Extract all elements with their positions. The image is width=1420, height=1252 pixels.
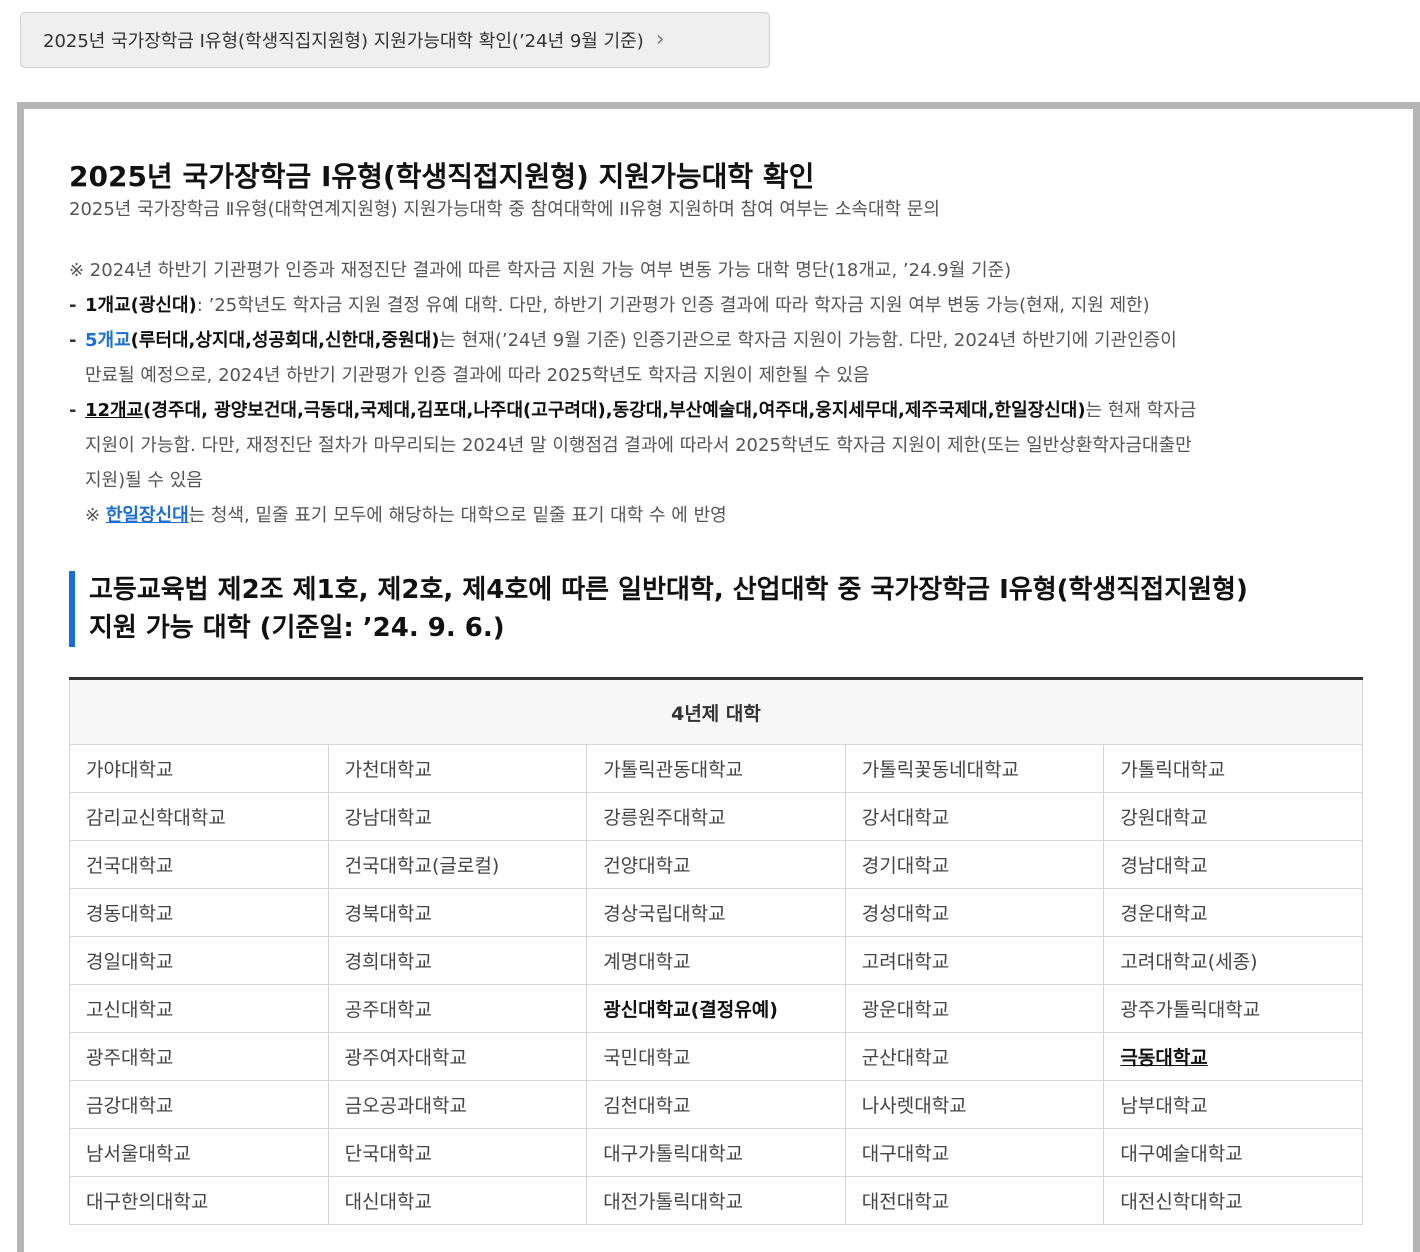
- note-item-2-names: (루터대,상지대,성공회대,신한대,중원대): [130, 330, 440, 351]
- table-row: 경일대학교 경희대학교 계명대학교 고려대학교 고려대학교(세종): [69, 936, 1363, 985]
- table-row: 금강대학교 금오공과대학교 김천대학교 나사렛대학교 남부대학교: [69, 1080, 1363, 1129]
- notes-intro: ※ 2024년 하반기 기관평가 인증과 재정진단 결과에 따른 학자금 지원 …: [69, 260, 1012, 281]
- table-row: 남서울대학교 단국대학교 대구가톨릭대학교 대구대학교 대구예술대학교: [69, 1128, 1363, 1177]
- note-item-3-count: 12개교: [85, 400, 144, 421]
- table-cell: 감리교신학대학교: [69, 792, 329, 841]
- table-cell: 경일대학교: [69, 936, 329, 985]
- table-cell: 김천대학교: [586, 1080, 846, 1129]
- scholarship-link-label: 2025년 국가장학금 Ⅰ유형(학생직집지원형) 지원가능대학 확인(’24년 …: [43, 31, 644, 52]
- note-item-3-continued-2: 지원)될 수 있음: [85, 470, 203, 491]
- table-cell: 나사렛대학교: [844, 1080, 1105, 1129]
- table-cell: 가톨릭꽃동네대학교: [844, 744, 1105, 793]
- table-cell: 국민대학교: [586, 1032, 846, 1081]
- table-cell: 경기대학교: [844, 840, 1105, 889]
- section-heading-line-2: 지원 가능 대학 (기준일: ’24. 9. 6.): [89, 613, 505, 643]
- table-cell: 광주가톨릭대학교: [1103, 984, 1363, 1033]
- note-item-2-continued: 만료될 예정으로, 2024년 하반기 기관평가 인증 결과에 따라 2025학…: [85, 365, 870, 386]
- note-item-2: -5개교(루터대,상지대,성공회대,신한대,중원대)는 현재(’24년 9월 기…: [69, 323, 1369, 358]
- table-cell: 광주여자대학교: [327, 1032, 588, 1081]
- table-row: 건국대학교 건국대학교(글로컬) 건양대학교 경기대학교 경남대학교: [69, 840, 1363, 889]
- table-cell: 금오공과대학교: [327, 1080, 588, 1129]
- note-item-2-text: 는 현재(’24년 9월 기준) 인증기관으로 학자금 지원이 가능함. 다만,…: [439, 330, 1177, 351]
- table-cell: 건국대학교: [69, 840, 329, 889]
- scholarship-link-button[interactable]: 2025년 국가장학금 Ⅰ유형(학생직집지원형) 지원가능대학 확인(’24년 …: [20, 12, 770, 68]
- table-cell: 강릉원주대학교: [586, 792, 846, 841]
- table-cell: 단국대학교: [327, 1128, 588, 1177]
- table-cell: 대구예술대학교: [1103, 1128, 1363, 1177]
- table-cell: 남서울대학교: [69, 1128, 329, 1177]
- table-cell: 군산대학교: [844, 1032, 1105, 1081]
- table-row: 가야대학교 가천대학교 가톨릭관동대학교 가톨릭꽃동네대학교 가톨릭대학교: [69, 744, 1363, 793]
- table-row: 경동대학교 경북대학교 경상국립대학교 경성대학교 경운대학교: [69, 888, 1363, 937]
- table-cell: 가톨릭관동대학교: [586, 744, 846, 793]
- table-cell: 건국대학교(글로컬): [327, 840, 588, 889]
- table-cell: 경운대학교: [1103, 888, 1363, 937]
- table-cell-deferred: 광신대학교(결정유예): [586, 984, 846, 1033]
- table-row: 대구한의대학교 대신대학교 대전가톨릭대학교 대전대학교 대전신학대학교: [69, 1176, 1363, 1225]
- note-item-3: -12개교(경주대, 광양보건대,극동대,국제대,김포대,나주대(고구려대),동…: [69, 393, 1369, 428]
- note-dash: -: [69, 295, 77, 316]
- table-cell: 고신대학교: [69, 984, 329, 1033]
- note-dash: -: [69, 330, 77, 351]
- table-cell: 경상국립대학교: [586, 888, 846, 937]
- section-heading-line-1: 고등교육법 제2조 제1호, 제2호, 제4호에 따른 일반대학, 산업대학 중…: [89, 575, 1248, 605]
- page-subtitle: 2025년 국가장학금 Ⅱ유형(대학연계지원형) 지원가능대학 중 참여대학에 …: [69, 199, 940, 220]
- table-cell: 강남대학교: [327, 792, 588, 841]
- content-frame: 2025년 국가장학금 Ⅰ유형(학생직접지원형) 지원가능대학 확인 2025년…: [17, 102, 1420, 1252]
- table-header: 4년제 대학: [69, 678, 1363, 745]
- footnote-link-hanil[interactable]: 한일장신대: [106, 505, 189, 526]
- table-cell: 대구가톨릭대학교: [586, 1128, 846, 1177]
- table-cell: 가톨릭대학교: [1103, 744, 1363, 793]
- table-cell: 금강대학교: [69, 1080, 329, 1129]
- table-cell: 경희대학교: [327, 936, 588, 985]
- table-cell: 경성대학교: [844, 888, 1105, 937]
- table-cell: 강원대학교: [1103, 792, 1363, 841]
- table-cell: 경북대학교: [327, 888, 588, 937]
- university-table: 4년제 대학 가야대학교 가천대학교 가톨릭관동대학교 가톨릭꽃동네대학교 가톨…: [69, 677, 1363, 1225]
- note-item-3-continued: 지원이 가능함. 다만, 재정진단 절차가 마무리되는 2024년 말 이행점검…: [85, 435, 1192, 456]
- table-cell: 대구한의대학교: [69, 1176, 329, 1225]
- table-cell: 남부대학교: [1103, 1080, 1363, 1129]
- note-item-1: -1개교(광신대): ’25학년도 학자금 지원 결정 유예 대학. 다만, 하…: [69, 288, 1369, 323]
- table-cell: 강서대학교: [844, 792, 1105, 841]
- table-cell: 경남대학교: [1103, 840, 1363, 889]
- table-cell: 경동대학교: [69, 888, 329, 937]
- note-dash: -: [69, 400, 77, 421]
- table-cell: 가천대학교: [327, 744, 588, 793]
- notes-block: ※ 2024년 하반기 기관평가 인증과 재정진단 결과에 따른 학자금 지원 …: [69, 253, 1369, 533]
- footnote-text: 는 청색, 밑줄 표기 모두에 해당하는 대학으로 밑줄 표기 대학 수 에 반…: [188, 505, 727, 526]
- table-row: 광주대학교 광주여자대학교 국민대학교 군산대학교 극동대학교: [69, 1032, 1363, 1081]
- table-cell: 고려대학교: [844, 936, 1105, 985]
- table-cell: 대전대학교: [844, 1176, 1105, 1225]
- table-cell: 대구대학교: [844, 1128, 1105, 1177]
- table-cell: 대전가톨릭대학교: [586, 1176, 846, 1225]
- note-item-3-text: 는 현재 학자금: [1085, 400, 1197, 421]
- table-cell: 가야대학교: [69, 744, 329, 793]
- table-cell: 광주대학교: [69, 1032, 329, 1081]
- table-cell: 고려대학교(세종): [1103, 936, 1363, 985]
- table-cell-restricted: 극동대학교: [1103, 1032, 1363, 1081]
- table-cell: 계명대학교: [586, 936, 846, 985]
- table-cell: 공주대학교: [327, 984, 588, 1033]
- table-header-row: 4년제 대학: [69, 678, 1363, 745]
- table-row: 고신대학교 공주대학교 광신대학교(결정유예) 광운대학교 광주가톨릭대학교: [69, 984, 1363, 1033]
- note-item-2-count: 5개교: [85, 330, 131, 351]
- table-cell: 건양대학교: [586, 840, 846, 889]
- note-footnote: ※ 한일장신대는 청색, 밑줄 표기 모두에 해당하는 대학으로 밑줄 표기 대…: [69, 498, 1369, 533]
- page-title: 2025년 국가장학금 Ⅰ유형(학생직접지원형) 지원가능대학 확인: [69, 160, 815, 193]
- content-body: 2025년 국가장학금 Ⅰ유형(학생직접지원형) 지원가능대학 확인 2025년…: [69, 159, 1369, 1225]
- table-cell: 대신대학교: [327, 1176, 588, 1225]
- note-item-1-title: 1개교(광신대): [85, 295, 197, 316]
- footnote-mark: ※: [85, 505, 101, 526]
- table-row: 감리교신학대학교 강남대학교 강릉원주대학교 강서대학교 강원대학교: [69, 792, 1363, 841]
- table-cell: 광운대학교: [844, 984, 1105, 1033]
- chevron-right-icon: ›: [655, 27, 665, 52]
- table-cell: 대전신학대학교: [1103, 1176, 1363, 1225]
- section-heading: 고등교육법 제2조 제1호, 제2호, 제4호에 따른 일반대학, 산업대학 중…: [69, 571, 1369, 647]
- note-item-1-text: : ’25학년도 학자금 지원 결정 유예 대학. 다만, 하반기 기관평가 인…: [196, 295, 1150, 316]
- note-item-3-names: (경주대, 광양보건대,극동대,국제대,김포대,나주대(고구려대),동강대,부산…: [143, 400, 1086, 421]
